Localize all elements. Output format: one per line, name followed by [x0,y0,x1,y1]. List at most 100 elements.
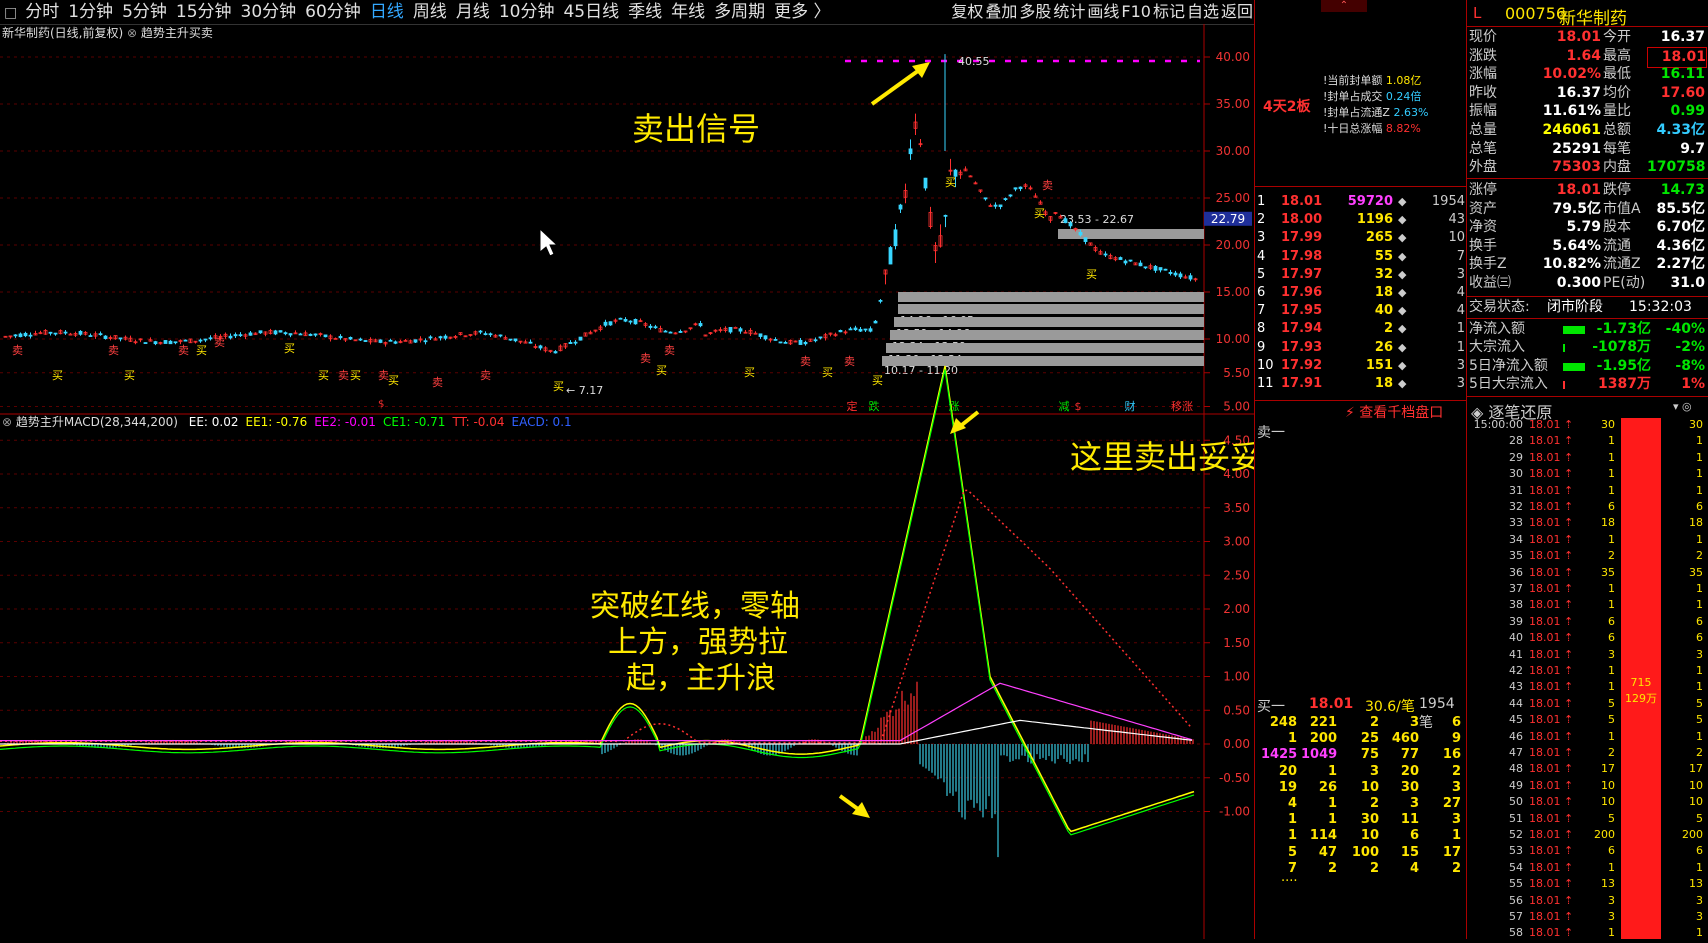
period-tab-1[interactable]: 1分钟 [64,0,118,24]
flow-value: 1387万 [1598,376,1651,393]
tick-time: 38 [1509,598,1523,612]
candle-body [578,336,583,341]
buy-signal: 买 [945,176,956,189]
toolbar-btn-7[interactable]: 自选 [1186,0,1220,24]
period-tab-2[interactable]: 5分钟 [118,0,172,24]
toolbar-btn-3[interactable]: 统计 [1052,0,1086,24]
toolbar-btn-2[interactable]: 多股 [1018,0,1052,24]
period-tab-12[interactable]: 年线 [667,0,710,24]
quote-key: 流通Z [1603,256,1641,273]
menu-icon[interactable]: □ [0,1,21,24]
tick-count: 1 [1696,860,1703,874]
candle-body [98,333,103,336]
ticks-menu-icon[interactable]: ▾ ◎ [1673,400,1692,413]
ob-count: 43 [1448,212,1465,228]
candle-body [338,335,343,339]
ob-dot-icon: ◆ [1398,340,1407,354]
tick-time: 37 [1509,582,1523,595]
quote-key: 总笔 [1469,140,1497,157]
thousand-link[interactable]: ⚡ 查看千档盘口 [1345,402,1443,422]
toolbar-btn-6[interactable]: 标记 [1152,0,1186,24]
period-tab-14[interactable]: 更多 〉 [770,0,835,24]
period-tab-5[interactable]: 60分钟 [301,0,366,24]
ob-price[interactable]: 18.00 [1281,210,1322,229]
macd-value-tt: TT: -0.04 [452,415,505,429]
candle-body [1153,265,1158,271]
macd-icon[interactable]: ⊗ [2,415,16,429]
toolbar-btn-1[interactable]: 叠加 [984,0,1018,24]
tick-price: 18.01 ⇡ [1529,713,1574,727]
candle-body [1128,259,1133,262]
candle-body [853,327,858,331]
ob-count: 1 [1456,339,1465,355]
period-tab-3[interactable]: 15分钟 [172,0,237,24]
buy-signal: 买 [1086,268,1097,281]
period-tab-6[interactable]: 日线 [366,0,409,24]
indicator-label[interactable]: 趋势主升买卖 [141,26,213,40]
period-tab-11[interactable]: 季线 [624,0,667,24]
ob-level: 6 [1257,285,1266,300]
period-tab-10[interactable]: 45日线 [559,0,624,24]
quote-key: PE(动) [1603,275,1646,291]
zone-bar [898,304,1204,314]
kline-chart[interactable]: 40.0035.0030.0025.0020.0015.0010.0040.55… [0,24,1294,939]
candle-body [163,340,168,344]
toolbar-btn-4[interactable]: 画线 [1086,0,1120,24]
quote-key: 外盘 [1469,159,1497,176]
ob-price[interactable]: 18.01 [1281,192,1322,211]
tick-time: 48 [1509,762,1523,776]
candle-body [528,341,533,344]
indicator-icon[interactable]: ⊗ [127,26,141,40]
quote-key: 流通 [1603,237,1631,254]
main-title: 新华制药(日线,前复权) [2,26,124,40]
tick-price: 18.01 ⇡ [1529,434,1574,448]
annotation-sell-signal: 卖出信号 [632,110,760,148]
candle-body [298,333,303,336]
event-marker: $ [378,399,384,410]
sell-signal: 卖 [338,369,349,382]
ob-price[interactable]: 17.97 [1281,265,1322,284]
ob-price[interactable]: 17.99 [1281,228,1322,247]
period-tab-13[interactable]: 多周期 [710,0,770,24]
tick-volume: 1 [1608,483,1615,497]
toolbar-btn-8[interactable]: 返回 [1220,0,1254,24]
tick-time: 36 [1509,565,1523,579]
seal-value: 0.24倍 [1385,90,1422,103]
macd-tick-label: -0.50 [1219,771,1250,785]
candle-body [498,334,503,337]
tick-time: 35 [1509,549,1523,563]
ob-dot-icon: ◆ [1398,358,1407,372]
annotation-breakout-line: 突破红线，零轴 [590,589,800,624]
seal-key: !封单占成交 [1323,90,1386,103]
seal-value: 2.63% [1393,106,1429,119]
zone-bar [886,343,1204,353]
period-tab-4[interactable]: 30分钟 [237,0,302,24]
candle-body [728,326,733,333]
toolbar-btn-0[interactable]: 复权 [950,0,984,24]
period-tab-7[interactable]: 周线 [409,0,452,24]
tick-volume: 18 [1601,516,1615,530]
annotation-breakout-line: 上方，强势拉 [608,625,788,660]
ob-dot-icon: ◆ [1398,322,1407,336]
toolbar-btn-5[interactable]: F10 [1120,0,1152,24]
period-tab-8[interactable]: 月线 [452,0,495,24]
macd-title[interactable]: 趋势主升MACD(28,344,200) [16,415,178,429]
collapse-up-icon[interactable]: ⌃ [1321,0,1367,12]
ob-price[interactable]: 17.95 [1281,301,1322,320]
period-tab-9[interactable]: 10分钟 [495,0,560,24]
ob-price[interactable]: 17.93 [1281,338,1322,357]
ob-price[interactable]: 17.98 [1281,247,1322,266]
ob-price[interactable]: 17.94 [1281,319,1322,338]
quote-value: 6.70亿 [1656,219,1705,236]
status-time: 15:32:03 [1629,299,1692,315]
ob-price[interactable]: 17.91 [1281,374,1322,393]
sell-signal: 卖 [844,355,855,368]
quote-key: 涨幅 [1469,66,1497,83]
flow-key: 5日净流入额 [1469,357,1548,374]
ob-price[interactable]: 17.96 [1281,283,1322,302]
ob-level: 8 [1257,321,1266,337]
quote-value: 1.64 [1566,47,1601,64]
buy-signal: 买 [656,364,667,377]
period-tab-0[interactable]: 分时 [21,0,64,24]
ob-price[interactable]: 17.92 [1281,356,1322,375]
